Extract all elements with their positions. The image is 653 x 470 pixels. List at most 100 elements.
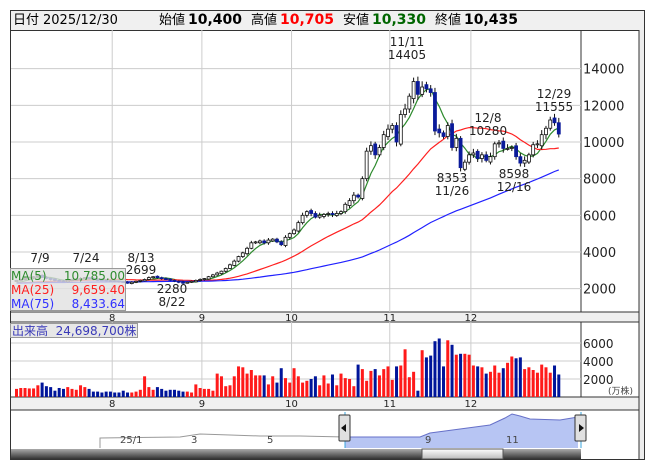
volume-bar: [488, 371, 492, 397]
volume-unit-label: (万株): [608, 385, 633, 397]
volume-bar: [459, 353, 463, 397]
volume-label: 出来高: [12, 324, 49, 338]
volume-bar: [57, 388, 61, 397]
ma-legend: MA(5) 10,785.00 MA(25) 9,659.40 MA(75) 8,43…: [10, 268, 126, 311]
volume-bar: [117, 392, 121, 397]
candle-up: [215, 272, 220, 276]
volume-bar: [104, 391, 108, 397]
navigator-left-handle[interactable]: [338, 414, 351, 442]
volume-bar: [245, 373, 249, 397]
candle-up: [351, 194, 356, 202]
price-x-tick-label: 12: [465, 313, 478, 324]
volume-bar: [548, 372, 552, 397]
candle-up: [445, 125, 450, 137]
candle-up: [360, 178, 365, 199]
volume-bar: [296, 376, 300, 397]
candle-down: [475, 150, 480, 159]
volume-bar: [113, 392, 117, 397]
candle-up: [509, 147, 514, 149]
candle-up: [266, 239, 271, 244]
candle-up: [236, 256, 241, 262]
candle-down: [552, 117, 557, 124]
volume-bar: [36, 385, 40, 397]
navigator-label: 11: [506, 435, 519, 446]
ma25-value: 9,659.40: [71, 283, 125, 297]
volume-bar: [514, 358, 518, 397]
volume-bar: [108, 391, 112, 397]
volume-bar: [377, 375, 381, 397]
volume-bar: [83, 387, 87, 397]
volume-bar: [497, 372, 501, 397]
volume-bar: [424, 357, 428, 397]
volume-bar: [493, 365, 497, 397]
volume-bar: [74, 389, 78, 397]
volume-bar: [442, 366, 445, 397]
volume-bar: [330, 374, 334, 397]
volume-bar: [172, 389, 176, 397]
candle-up: [232, 260, 237, 266]
annotation-date: 12/8: [475, 111, 502, 125]
candle-up: [522, 159, 527, 164]
candle-down: [279, 241, 284, 246]
candle-down: [441, 132, 446, 137]
annotation-value: 2280: [157, 282, 188, 296]
volume-bar: [305, 380, 309, 397]
volume-bar: [420, 350, 424, 397]
volume-bar: [399, 365, 403, 397]
volume-x-tick-label: 10: [285, 399, 298, 410]
candle-down: [356, 194, 361, 198]
candle-up: [347, 200, 352, 206]
candle-down: [484, 154, 489, 161]
ma25-label: MA(25): [11, 283, 55, 297]
volume-bar: [352, 386, 356, 397]
scrollbar-thumb[interactable]: [421, 448, 504, 460]
volume-bar: [190, 392, 194, 397]
navigator-label: 25/1: [120, 435, 142, 446]
candle-up: [420, 86, 425, 95]
volume-bar: [44, 386, 48, 397]
annotation-value: 10280: [469, 124, 507, 138]
candle-up: [193, 279, 198, 283]
volume-bar: [207, 388, 211, 397]
navigator-right-handle[interactable]: [574, 414, 587, 442]
volume-bar: [164, 390, 168, 397]
ma5-label: MA(5): [11, 269, 47, 283]
candle-up: [270, 238, 275, 242]
ma75-label: MA(75): [11, 297, 55, 311]
volume-bar: [313, 376, 317, 397]
candle-up: [134, 280, 138, 283]
candle-down: [155, 275, 160, 279]
candle-up: [300, 214, 305, 224]
volume-bar: [155, 387, 159, 397]
candle-up: [411, 81, 416, 100]
volume-x-tick-label: 12: [465, 399, 478, 410]
candle-up: [245, 247, 249, 255]
stock-chart: 14000 12000 10000 8000 6000 4000 2000 6000 4000 2…: [11, 30, 644, 460]
candle-up: [364, 150, 369, 180]
volume-bar: [66, 387, 70, 397]
volume-tick-label: 6000: [583, 337, 614, 351]
volume-bar: [202, 388, 206, 397]
annotation-date: 11/26: [435, 184, 470, 198]
volume-bar: [70, 388, 74, 397]
candle-down: [556, 122, 561, 135]
candle-up: [403, 108, 407, 115]
volume-bar: [219, 376, 223, 397]
annotation-date: 8/22: [159, 295, 186, 309]
annotation-value: 2699: [126, 263, 157, 277]
volume-bar: [544, 367, 548, 397]
price-tick-label: 4000: [583, 246, 616, 261]
volume-bar: [412, 371, 416, 397]
price-x-tick-label: 10: [285, 313, 298, 324]
candle-down: [428, 88, 433, 93]
range-navigator[interactable]: 25/1 3 5 9 11: [99, 412, 587, 448]
candle-up: [386, 128, 390, 138]
candle-up: [535, 143, 540, 146]
candle-up: [505, 148, 510, 150]
candle-down: [373, 143, 378, 156]
price-tick-label: 8000: [583, 173, 616, 188]
annotation-date: 7/24: [73, 251, 100, 265]
volume-bar: [177, 390, 181, 397]
volume-bar: [215, 373, 219, 397]
volume-bar: [309, 379, 313, 397]
